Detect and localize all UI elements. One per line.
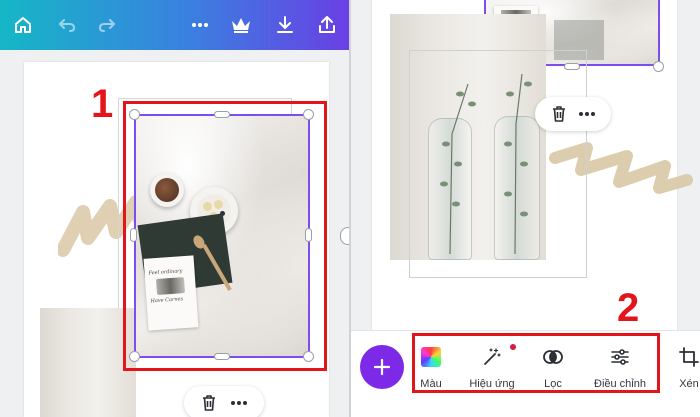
resize-handle-bottom-right[interactable] bbox=[653, 61, 664, 72]
resize-handle-bottom[interactable] bbox=[564, 63, 580, 70]
element-actions-pill bbox=[535, 97, 611, 131]
editor-toolbar bbox=[0, 0, 349, 50]
more-icon[interactable] bbox=[573, 100, 601, 128]
highlight-box-2 bbox=[412, 333, 660, 393]
panel-edge-handle[interactable] bbox=[340, 227, 349, 245]
eucalyptus-branches bbox=[440, 73, 532, 255]
more-icon[interactable] bbox=[225, 389, 253, 417]
download-icon[interactable] bbox=[270, 10, 300, 40]
trash-icon[interactable] bbox=[195, 389, 223, 417]
plus-icon bbox=[373, 358, 391, 376]
bottles-photo[interactable] bbox=[390, 14, 546, 260]
more-icon[interactable] bbox=[185, 10, 215, 40]
crown-icon[interactable] bbox=[226, 10, 256, 40]
tool-crop[interactable]: Xén bbox=[654, 341, 700, 401]
trash-icon[interactable] bbox=[545, 100, 573, 128]
right-screenshot-panel: Have Carnes bbox=[351, 0, 700, 417]
share-icon[interactable] bbox=[312, 10, 342, 40]
redo-icon[interactable] bbox=[92, 10, 122, 40]
step-number-2: 2 bbox=[617, 286, 640, 330]
crop-icon bbox=[677, 345, 700, 369]
step-number-1: 1 bbox=[91, 82, 114, 126]
highlight-box-1 bbox=[123, 101, 327, 371]
tool-crop-label: Xén bbox=[679, 378, 699, 390]
left-screenshot-panel: Feel ordinary Have Carnes 1 bbox=[0, 0, 349, 417]
second-photo[interactable] bbox=[40, 308, 136, 417]
undo-icon[interactable] bbox=[52, 10, 82, 40]
home-icon[interactable] bbox=[8, 10, 38, 40]
element-actions-pill bbox=[184, 386, 264, 417]
brush-stroke-decoration bbox=[549, 142, 693, 194]
